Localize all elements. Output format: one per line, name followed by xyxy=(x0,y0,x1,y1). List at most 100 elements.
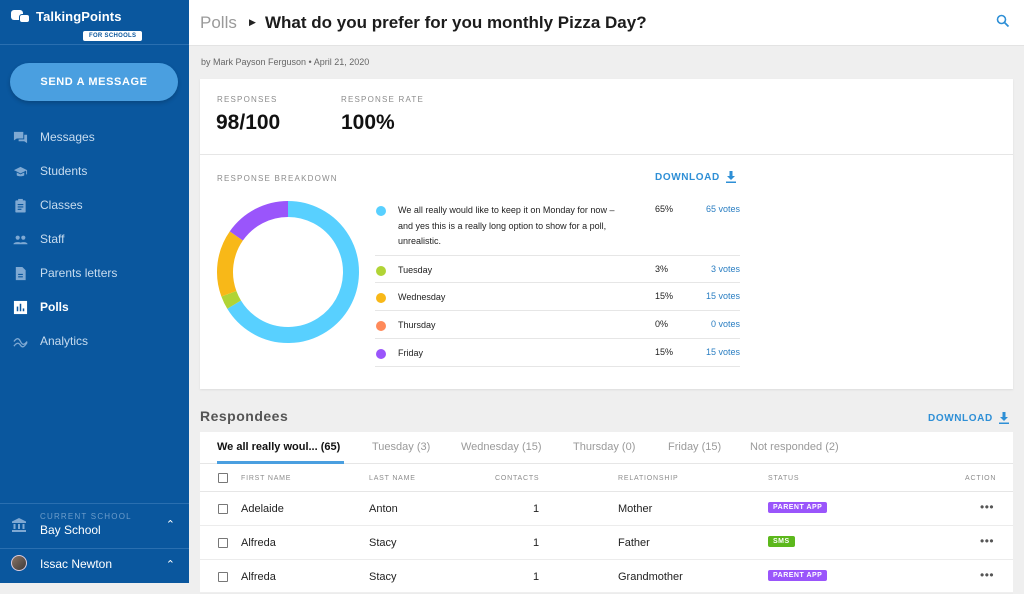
column-header-contacts[interactable]: CONTACTS xyxy=(495,475,539,482)
scrollbar-track[interactable] xyxy=(1013,432,1024,583)
sidebar-item-label: Classes xyxy=(40,198,83,212)
sidebar-item-parents-letters[interactable]: Parents letters xyxy=(0,256,189,290)
donut-slice xyxy=(217,231,244,297)
row-checkbox[interactable] xyxy=(218,572,228,582)
donut-slice xyxy=(221,290,242,309)
search-icon[interactable] xyxy=(996,14,1010,33)
response-donut-chart xyxy=(217,201,359,343)
sidebar: TalkingPoints FOR SCHOOLS SEND A MESSAGE… xyxy=(0,0,189,583)
sidebar-item-students[interactable]: Students xyxy=(0,154,189,188)
legend-votes-link[interactable]: 15 votes xyxy=(706,291,740,301)
row-checkbox[interactable] xyxy=(218,504,228,514)
breakdown-legend: We all really would like to keep it on M… xyxy=(375,200,740,367)
breadcrumb-separator-icon: ▶ xyxy=(249,17,256,27)
status-badge: PARENT APP xyxy=(768,502,828,513)
tab-friday[interactable]: Friday (15) xyxy=(668,441,721,453)
more-actions-icon[interactable]: ••• xyxy=(980,500,994,514)
legend-item: We all really would like to keep it on M… xyxy=(375,200,740,256)
column-header-last-name[interactable]: LAST NAME xyxy=(369,475,416,482)
chevron-up-icon[interactable]: ⌃ xyxy=(166,518,175,531)
download-label: DOWNLOAD xyxy=(928,412,993,424)
document-icon xyxy=(12,265,28,281)
tab-tuesday[interactable]: Tuesday (3) xyxy=(372,441,430,453)
breakdown-label: RESPONSE BREAKDOWN xyxy=(217,174,338,183)
legend-option-label: Wednesday xyxy=(398,292,446,302)
sidebar-item-classes[interactable]: Classes xyxy=(0,188,189,222)
logo-badge: FOR SCHOOLS xyxy=(83,31,143,41)
divider xyxy=(0,44,189,45)
chevron-up-icon[interactable]: ⌃ xyxy=(166,558,175,571)
sidebar-item-label: Polls xyxy=(40,300,69,314)
sidebar-item-label: Parents letters xyxy=(40,266,118,280)
legend-votes-link[interactable]: 3 votes xyxy=(711,264,740,274)
legend-option-label: We all really would like to keep it on M… xyxy=(398,205,615,246)
sidebar-item-polls[interactable]: Polls xyxy=(0,290,189,324)
legend-option-label: Thursday xyxy=(398,320,436,330)
poll-summary-card: RESPONSES 98/100 RESPONSE RATE 100% RESP… xyxy=(200,79,1013,389)
sidebar-item-label: Students xyxy=(40,164,88,178)
avatar xyxy=(11,555,27,571)
legend-percent: 0% xyxy=(655,319,669,329)
tab-option-1[interactable]: We all really woul... (65) xyxy=(217,441,340,453)
trend-icon xyxy=(12,333,28,349)
first-name-cell: Alfreda xyxy=(241,571,276,583)
legend-item: Thursday 0% 0 votes xyxy=(375,311,740,339)
last-name-cell: Anton xyxy=(369,503,398,515)
contacts-cell: 1 xyxy=(533,537,540,549)
divider xyxy=(200,154,1013,155)
respondees-download-button[interactable]: DOWNLOAD xyxy=(928,412,1009,424)
legend-item: Wednesday 15% 15 votes xyxy=(375,283,740,311)
column-header-relationship[interactable]: RELATIONSHIP xyxy=(618,475,678,482)
last-name-cell: Stacy xyxy=(369,571,397,583)
messages-icon xyxy=(12,129,28,145)
legend-color-dot xyxy=(376,321,386,331)
user-name: Issac Newton xyxy=(40,557,113,571)
tab-not-responded[interactable]: Not responded (2) xyxy=(750,441,839,453)
legend-color-dot xyxy=(376,349,386,359)
legend-votes-link[interactable]: 65 votes xyxy=(706,204,740,214)
response-rate-value: 100% xyxy=(341,111,395,134)
row-checkbox[interactable] xyxy=(218,538,228,548)
tab-wednesday[interactable]: Wednesday (15) xyxy=(461,441,542,453)
people-icon xyxy=(12,231,28,247)
sidebar-item-label: Analytics xyxy=(40,334,89,348)
select-all-checkbox[interactable] xyxy=(218,473,228,483)
sidebar-item-messages[interactable]: Messages xyxy=(0,120,189,154)
relationship-cell: Mother xyxy=(618,503,653,515)
contacts-cell: 1 xyxy=(533,503,540,515)
legend-votes-link[interactable]: 0 votes xyxy=(711,319,740,329)
donut-slice xyxy=(229,201,289,241)
breadcrumb-polls[interactable]: Polls xyxy=(200,13,237,33)
user-menu[interactable]: Issac Newton ⌃ xyxy=(0,549,189,583)
legend-color-dot xyxy=(376,206,386,216)
table-row: Alfreda Stacy 1 Grandmother PARENT APP ••• xyxy=(200,560,1013,594)
more-actions-icon[interactable]: ••• xyxy=(980,534,994,548)
relationship-cell: Father xyxy=(618,537,650,549)
column-header-status[interactable]: STATUS xyxy=(768,475,799,482)
legend-percent: 15% xyxy=(655,291,674,301)
breakdown-download-button[interactable]: DOWNLOAD xyxy=(655,171,736,183)
relationship-cell: Grandmother xyxy=(618,571,683,583)
legend-option-label: Friday xyxy=(398,348,424,358)
bar-chart-icon xyxy=(12,299,28,315)
school-label: CURRENT SCHOOL xyxy=(40,512,132,521)
send-message-button[interactable]: SEND A MESSAGE xyxy=(10,63,178,101)
current-school-selector[interactable]: CURRENT SCHOOL Bay School ⌃ xyxy=(0,504,189,548)
more-actions-icon[interactable]: ••• xyxy=(980,568,994,582)
legend-percent: 15% xyxy=(655,347,674,357)
legend-percent: 3% xyxy=(655,264,669,274)
poll-byline: by Mark Payson Ferguson • April 21, 2020 xyxy=(201,57,370,67)
column-header-first-name[interactable]: FIRST NAME xyxy=(241,475,291,482)
download-label: DOWNLOAD xyxy=(655,171,720,183)
sidebar-item-analytics[interactable]: Analytics xyxy=(0,324,189,358)
download-icon xyxy=(725,171,736,183)
response-rate-label: RESPONSE RATE xyxy=(341,95,425,104)
legend-votes-link[interactable]: 15 votes xyxy=(706,347,740,357)
legend-item: Friday 15% 15 votes xyxy=(375,339,740,367)
responses-label: RESPONSES xyxy=(217,95,278,104)
tab-thursday[interactable]: Thursday (0) xyxy=(573,441,635,453)
sidebar-item-staff[interactable]: Staff xyxy=(0,222,189,256)
logo[interactable]: TalkingPoints FOR SCHOOLS xyxy=(11,9,143,42)
graduation-cap-icon xyxy=(12,163,28,179)
legend-option-label: Tuesday xyxy=(398,265,433,275)
